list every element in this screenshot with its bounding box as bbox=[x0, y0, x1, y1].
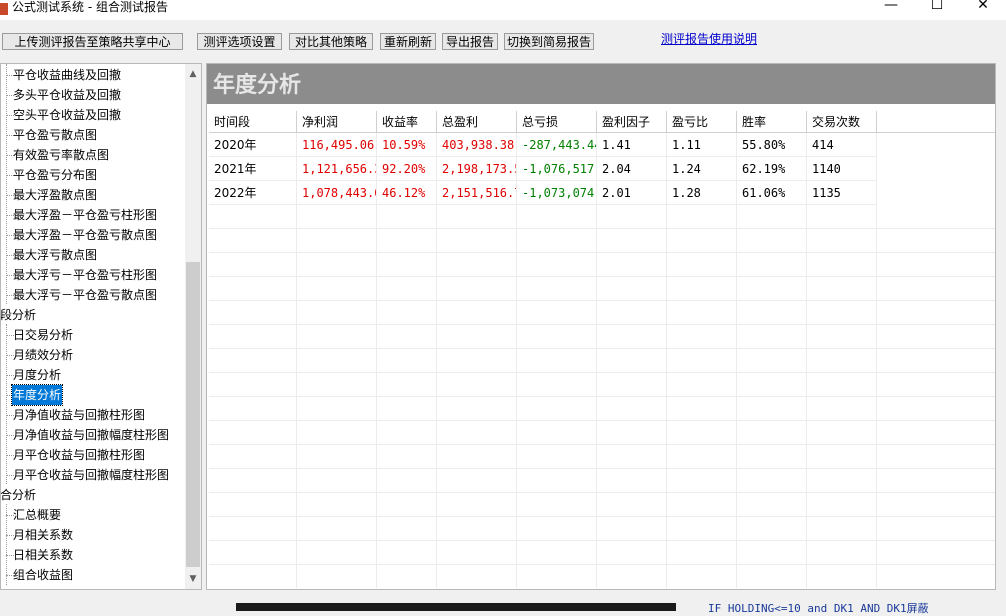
tree-connector bbox=[6, 324, 7, 484]
report-tree: 平仓收益曲线及回撤 多头平仓收益及回撤 空头平仓收益及回撤 平仓盈亏散点图 有效… bbox=[0, 63, 202, 590]
table-cell: 1.24 bbox=[667, 157, 737, 181]
table-cell: 116,495.06 bbox=[297, 133, 377, 157]
close-button[interactable]: ✕ bbox=[960, 0, 1006, 18]
tree-item-close-equity-drawdown[interactable]: 平仓收益曲线及回撤 bbox=[13, 65, 121, 85]
table-cell: -1,073,074. bbox=[517, 181, 597, 205]
tree-item-long-close-equity[interactable]: 多头平仓收益及回撤 bbox=[13, 85, 121, 105]
table-cell: 414 bbox=[807, 133, 877, 157]
scroll-up-icon[interactable]: ▲ bbox=[185, 66, 201, 82]
tree-item-effective-pnl-scatter[interactable]: 有效盈亏率散点图 bbox=[13, 145, 109, 165]
tree-scrollbar[interactable]: ▲ ▼ bbox=[185, 64, 201, 589]
table-cell: 403,938.38 bbox=[437, 133, 517, 157]
table-cell: 1140 bbox=[807, 157, 877, 181]
report-header: 年度分析 bbox=[207, 64, 995, 104]
table-cell: 46.12% bbox=[377, 181, 437, 205]
tree-item-portfolio-equity-chart[interactable]: 组合收益图 bbox=[13, 565, 73, 585]
table-cell: 1.28 bbox=[667, 181, 737, 205]
tree-item-summary[interactable]: 汇总概要 bbox=[13, 505, 61, 525]
table-cell: 2.04 bbox=[597, 157, 667, 181]
table-cell: 1,078,443.0 bbox=[297, 181, 377, 205]
table-cell: -287,443.44 bbox=[517, 133, 597, 157]
column-header[interactable]: 时间段 bbox=[209, 111, 297, 133]
table-cell: 61.06% bbox=[737, 181, 807, 205]
table-cell: 1,121,656.3 bbox=[297, 157, 377, 181]
tree-item-max-float-loss-scatter[interactable]: 最大浮亏散点图 bbox=[13, 245, 97, 265]
export-report-button[interactable]: 导出报告 bbox=[442, 33, 498, 50]
tree-item-monthly-close-drawdown-pct-bar[interactable]: 月平仓收益与回撤幅度柱形图 bbox=[13, 465, 169, 485]
table-cell: 10.59% bbox=[377, 133, 437, 157]
table-cell: 2,151,516.7 bbox=[437, 181, 517, 205]
tree-item-monthly-close-drawdown-bar[interactable]: 月平仓收益与回撤柱形图 bbox=[13, 445, 145, 465]
upload-report-button[interactable]: 上传测评报告至策略共享中心 bbox=[2, 33, 183, 50]
column-header-blank bbox=[877, 111, 995, 133]
window-title: 公式测试系统 - 组合测试报告 bbox=[12, 0, 168, 14]
column-header[interactable]: 总亏损 bbox=[517, 111, 597, 133]
tree-connector bbox=[6, 64, 7, 304]
tree-item-daily-correlation[interactable]: 日相关系数 bbox=[13, 545, 73, 565]
table-cell: 1.41 bbox=[597, 133, 667, 157]
tree-group-portfolio-analysis[interactable]: 组合分析 bbox=[1, 485, 36, 505]
table-cell: 2.01 bbox=[597, 181, 667, 205]
table-cell: 2,198,173.5 bbox=[437, 157, 517, 181]
table-cell: 62.19% bbox=[737, 157, 807, 181]
tree-item-daily-trade-analysis[interactable]: 日交易分析 bbox=[13, 325, 73, 345]
tree-item-monthly-performance[interactable]: 月绩效分析 bbox=[13, 345, 73, 365]
tree-group-period-analysis[interactable]: 时段分析 bbox=[1, 305, 36, 325]
tree-item-monthly-net-drawdown-pct-bar[interactable]: 月净值收益与回撤幅度柱形图 bbox=[13, 425, 169, 445]
column-header[interactable]: 盈利因子 bbox=[597, 111, 667, 133]
table-cell: 55.80% bbox=[737, 133, 807, 157]
empty-grid-area bbox=[209, 205, 995, 588]
table-cell: 2021年 bbox=[209, 157, 297, 181]
scroll-down-icon[interactable]: ▼ bbox=[185, 571, 201, 587]
annual-analysis-table: 时间段 净利润 收益率 总盈利 总亏损 盈利因子 盈亏比 胜率 交易次数 202… bbox=[209, 111, 995, 588]
chart-thumbnail bbox=[236, 603, 676, 611]
column-header[interactable]: 净利润 bbox=[297, 111, 377, 133]
switch-simple-report-button[interactable]: 切换到简易报告 bbox=[504, 33, 594, 50]
tree-item-short-close-equity[interactable]: 空头平仓收益及回撤 bbox=[13, 105, 121, 125]
report-panel: 年度分析 时间段 净利润 收益率 总盈利 总亏损 盈利因子 盈亏比 胜率 交易次… bbox=[206, 63, 996, 590]
table-cell: 2022年 bbox=[209, 181, 297, 205]
title-bar: 公式测试系统 - 组合测试报告 — ☐ ✕ bbox=[0, 0, 1006, 20]
refresh-button[interactable]: 重新刷新 bbox=[380, 33, 436, 50]
help-link[interactable]: 测评报告使用说明 bbox=[661, 30, 757, 47]
tree-item-max-float-profit-bar[interactable]: 最大浮盈－平仓盈亏柱形图 bbox=[13, 205, 157, 225]
tree-item-max-float-loss-bar[interactable]: 最大浮亏－平仓盈亏柱形图 bbox=[13, 265, 157, 285]
tree-item-monthly-analysis[interactable]: 月度分析 bbox=[13, 365, 61, 385]
column-header[interactable]: 盈亏比 bbox=[667, 111, 737, 133]
tree-item-monthly-correlation[interactable]: 月相关系数 bbox=[13, 525, 73, 545]
column-header[interactable]: 收益率 bbox=[377, 111, 437, 133]
column-header[interactable]: 交易次数 bbox=[807, 111, 877, 133]
table-cell: -1,076,517. bbox=[517, 157, 597, 181]
compare-strategy-button[interactable]: 对比其他策略 bbox=[289, 33, 373, 50]
tree-item-max-float-profit-pnl-scatter[interactable]: 最大浮盈－平仓盈亏散点图 bbox=[13, 225, 157, 245]
table-cell: 1.11 bbox=[667, 133, 737, 157]
table-cell: 1135 bbox=[807, 181, 877, 205]
maximize-button[interactable]: ☐ bbox=[914, 0, 960, 18]
tree-item-monthly-net-drawdown-bar[interactable]: 月净值收益与回撤柱形图 bbox=[13, 405, 145, 425]
tree-item-annual-analysis[interactable]: 年度分析 bbox=[10, 384, 64, 406]
tree-item-close-pnl-scatter[interactable]: 平仓盈亏散点图 bbox=[13, 125, 97, 145]
scrollbar-thumb[interactable] bbox=[186, 262, 200, 567]
code-snippet: IF HOLDING<=10 and DK1 AND DK1屏蔽 bbox=[708, 602, 929, 615]
report-title: 年度分析 bbox=[213, 73, 302, 98]
app-icon bbox=[0, 3, 8, 15]
tree-item-max-float-profit-scatter[interactable]: 最大浮盈散点图 bbox=[13, 185, 97, 205]
table-cell: 92.20% bbox=[377, 157, 437, 181]
toolbar: 上传测评报告至策略共享中心 测评选项设置 对比其他策略 重新刷新 导出报告 切换… bbox=[0, 20, 1006, 60]
column-header[interactable]: 胜率 bbox=[737, 111, 807, 133]
column-header[interactable]: 总盈利 bbox=[437, 111, 517, 133]
tree-item-max-float-loss-pnl-scatter[interactable]: 最大浮亏－平仓盈亏散点图 bbox=[13, 285, 157, 305]
minimize-button[interactable]: — bbox=[868, 0, 914, 18]
options-settings-button[interactable]: 测评选项设置 bbox=[197, 33, 282, 50]
tree-connector bbox=[6, 504, 7, 585]
tree-item-close-pnl-distribution[interactable]: 平仓盈亏分布图 bbox=[13, 165, 97, 185]
table-cell: 2020年 bbox=[209, 133, 297, 157]
